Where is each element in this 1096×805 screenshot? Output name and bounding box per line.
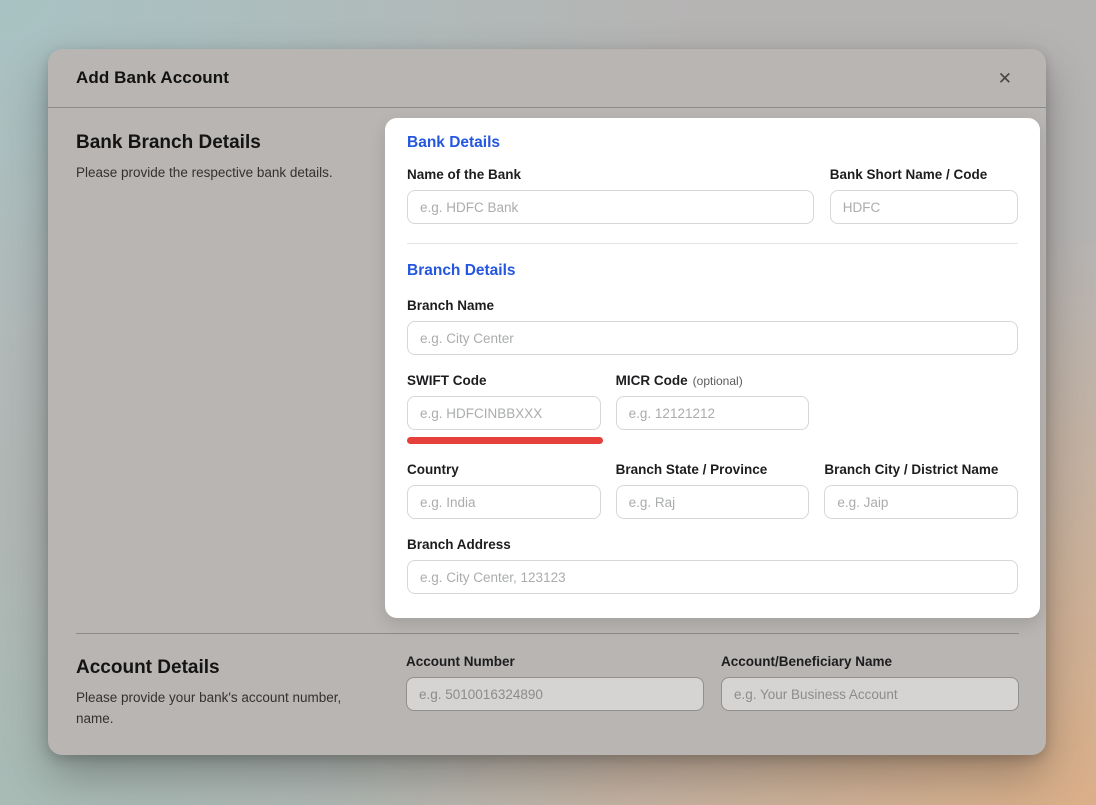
modal-title: Add Bank Account: [76, 68, 229, 88]
swift-code-error-bar: [407, 437, 603, 444]
account-number-input[interactable]: [406, 677, 704, 711]
branch-details-heading: Branch Details: [407, 262, 1018, 280]
country-state-city-row: Country Branch State / Province Branch C…: [407, 462, 1018, 519]
country-field: Country: [407, 462, 601, 519]
modal-header: Add Bank Account ✕: [48, 49, 1046, 108]
account-details-heading: Account Details: [76, 657, 366, 679]
empty-cell: [824, 373, 1018, 444]
bank-details-row: Name of the Bank Bank Short Name / Code: [407, 167, 1018, 224]
bank-code-field: Bank Short Name / Code: [830, 167, 1018, 224]
branch-name-input[interactable]: [407, 321, 1018, 355]
swift-code-field: SWIFT Code: [407, 373, 601, 444]
account-details-description: Please provide your bank's account numbe…: [76, 688, 366, 730]
bank-details-heading: Bank Details: [407, 134, 1018, 152]
country-input[interactable]: [407, 485, 601, 519]
city-field: Branch City / District Name: [824, 462, 1018, 519]
swift-code-label: SWIFT Code: [407, 373, 601, 388]
country-label: Country: [407, 462, 601, 477]
bank-branch-description: Please provide the respective bank detai…: [76, 163, 361, 184]
close-button[interactable]: ✕: [994, 66, 1016, 91]
account-details-section: Account Details Please provide your bank…: [48, 634, 1046, 730]
bank-branch-heading: Bank Branch Details: [76, 132, 361, 154]
micr-code-field: MICR Code(optional): [616, 373, 810, 444]
bank-code-label: Bank Short Name / Code: [830, 167, 1018, 182]
state-field: Branch State / Province: [616, 462, 810, 519]
bank-name-field: Name of the Bank: [407, 167, 814, 224]
bank-branch-form-card: Bank Details Name of the Bank Bank Short…: [385, 118, 1040, 618]
state-label: Branch State / Province: [616, 462, 810, 477]
micr-code-label: MICR Code(optional): [616, 373, 810, 388]
account-number-field: Account Number: [406, 654, 704, 730]
state-input[interactable]: [616, 485, 810, 519]
bank-branch-section: Bank Branch Details Please provide the r…: [48, 108, 1046, 618]
account-details-intro: Account Details Please provide your bank…: [76, 654, 406, 730]
micr-code-input[interactable]: [616, 396, 810, 430]
beneficiary-name-input[interactable]: [721, 677, 1019, 711]
branch-name-row: Branch Name: [407, 298, 1018, 355]
card-divider: [407, 243, 1018, 244]
add-bank-account-modal: Add Bank Account ✕ Bank Branch Details P…: [48, 49, 1046, 755]
city-label: Branch City / District Name: [824, 462, 1018, 477]
branch-name-label: Branch Name: [407, 298, 1018, 313]
account-number-label: Account Number: [406, 654, 704, 669]
swift-micr-row: SWIFT Code MICR Code(optional): [407, 373, 1018, 444]
branch-address-input[interactable]: [407, 560, 1018, 594]
bank-code-input[interactable]: [830, 190, 1018, 224]
close-icon: ✕: [998, 69, 1012, 88]
branch-address-label: Branch Address: [407, 537, 1018, 552]
bank-name-label: Name of the Bank: [407, 167, 814, 182]
branch-address-row: Branch Address: [407, 537, 1018, 594]
micr-optional-tag: (optional): [693, 374, 743, 388]
swift-code-input[interactable]: [407, 396, 601, 430]
bank-branch-intro: Bank Branch Details Please provide the r…: [76, 118, 385, 618]
account-fields-row: Account Number Account/Beneficiary Name: [406, 654, 1019, 730]
branch-address-field: Branch Address: [407, 537, 1018, 594]
beneficiary-name-field: Account/Beneficiary Name: [721, 654, 1019, 730]
bank-name-input[interactable]: [407, 190, 814, 224]
beneficiary-name-label: Account/Beneficiary Name: [721, 654, 1019, 669]
branch-name-field: Branch Name: [407, 298, 1018, 355]
city-input[interactable]: [824, 485, 1018, 519]
